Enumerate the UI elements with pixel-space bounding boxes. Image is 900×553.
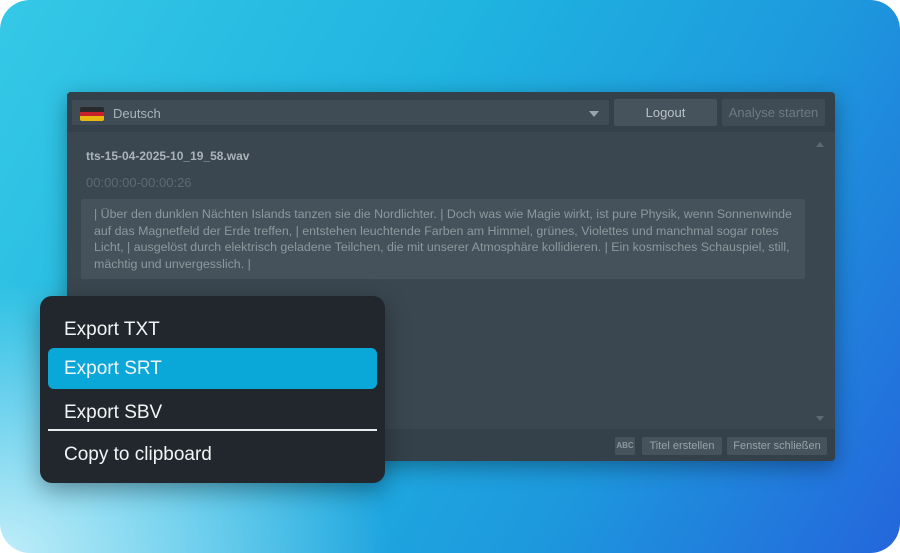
menu-item-export-srt[interactable]: Export SRT	[48, 348, 377, 389]
time-range: 00:00:00-00:00:26	[86, 175, 192, 190]
chevron-down-icon	[589, 111, 599, 117]
menu-item-export-sbv[interactable]: Export SBV	[48, 392, 377, 433]
transcript-text[interactable]: | Über den dunklen Nächten Islands tanze…	[81, 199, 805, 279]
language-label: Deutsch	[113, 106, 161, 121]
language-dropdown[interactable]: Deutsch	[71, 99, 610, 126]
file-name: tts-15-04-2025-10_19_58.wav	[86, 149, 250, 163]
spellcheck-button[interactable]: ABC	[615, 437, 635, 455]
menu-item-copy-to-clipboard[interactable]: Copy to clipboard	[48, 434, 377, 475]
start-analysis-button[interactable]: Analyse starten	[722, 99, 825, 126]
close-window-button[interactable]: Fenster schließen	[727, 437, 827, 455]
menu-item-export-txt[interactable]: Export TXT	[48, 309, 377, 350]
scroll-down-icon[interactable]	[816, 416, 824, 421]
germany-flag-icon	[80, 107, 104, 121]
menu-divider	[48, 429, 377, 431]
logout-button[interactable]: Logout	[614, 99, 717, 126]
top-toolbar: Deutsch Logout Analyse starten	[67, 92, 835, 132]
scroll-up-icon[interactable]	[816, 142, 824, 147]
create-title-button[interactable]: Titel erstellen	[642, 437, 722, 455]
export-context-menu: Export TXT Export SRT Export SBV Copy to…	[40, 296, 385, 483]
